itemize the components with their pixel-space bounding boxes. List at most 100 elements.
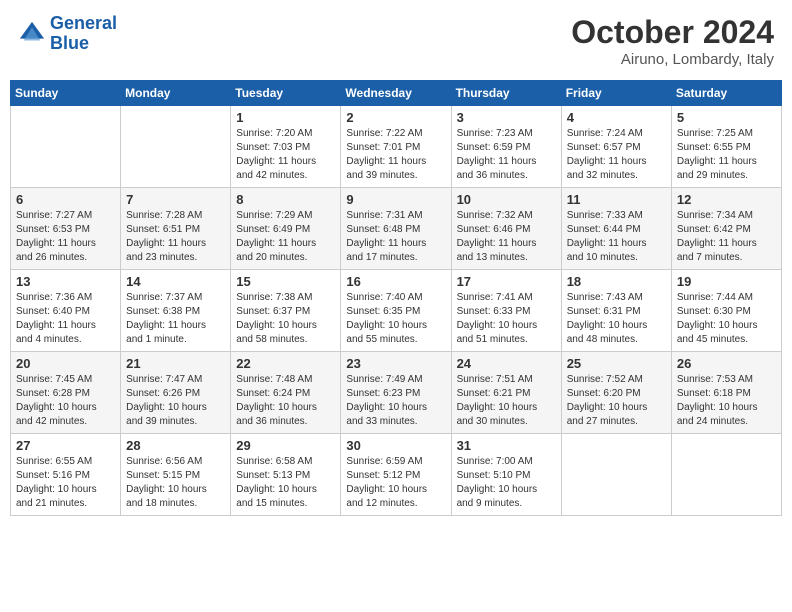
calendar-cell: 9Sunrise: 7:31 AM Sunset: 6:48 PM Daylig… [341,188,451,270]
calendar-cell [121,106,231,188]
calendar-cell [671,434,781,516]
day-info: Sunrise: 7:44 AM Sunset: 6:30 PM Dayligh… [677,291,776,347]
calendar-cell: 22 Sunrise: 7:48 AM Sunset: 6:24 PM Dayli… [231,352,341,434]
day-info: Sunrise: 7:25 AM Sunset: 6:55 PM Dayligh… [677,127,776,183]
location: Airuno, Lombardy, Italy [571,51,774,68]
day-number: 1 [236,110,335,125]
day-number: 17 [457,274,556,289]
day-info: Sunrise: 6:59 AM Sunset: 5:12 PM Dayligh… [346,455,445,511]
calendar-cell: 25 Sunrise: 7:52 AM Sunset: 6:20 PM Dayli… [561,352,671,434]
weekday-header-sunday: Sunday [11,81,121,106]
title-block: October 2024 Airuno, Lombardy, Italy [571,14,774,68]
day-info: Sunrise: 7:38 AM Sunset: 6:37 PM Dayligh… [236,291,335,347]
day-info: Sunrise: 7:48 AM Sunset: 6:24 PM Dayligh… [236,373,335,429]
calendar-cell: 3Sunrise: 7:23 AM Sunset: 6:59 PM Daylig… [451,106,561,188]
weekday-header-monday: Monday [121,81,231,106]
calendar-cell: 29 Sunrise: 6:58 AM Sunset: 5:13 PM Dayli… [231,434,341,516]
week-row-1: 1 Sunrise: 7:20 AM Sunset: 7:03 PM Daylig… [11,106,782,188]
day-info: Sunrise: 7:49 AM Sunset: 6:23 PM Dayligh… [346,373,445,429]
calendar-cell: 11 Sunrise: 7:33 AM Sunset: 6:44 PM Dayli… [561,188,671,270]
calendar-cell: 18 Sunrise: 7:43 AM Sunset: 6:31 PM Dayli… [561,270,671,352]
day-number: 31 [457,438,556,453]
day-number: 16 [346,274,445,289]
calendar-cell [561,434,671,516]
logo-text: General Blue [50,14,117,54]
day-info: Sunrise: 7:37 AM Sunset: 6:38 PM Dayligh… [126,291,225,347]
calendar-cell: 31 Sunrise: 7:00 AM Sunset: 5:10 PM Dayli… [451,434,561,516]
calendar-cell: 17 Sunrise: 7:41 AM Sunset: 6:33 PM Dayli… [451,270,561,352]
calendar-cell: 16Sunrise: 7:40 AM Sunset: 6:35 PM Dayli… [341,270,451,352]
day-info: Sunrise: 7:27 AM Sunset: 6:53 PM Dayligh… [16,209,115,265]
day-info: Sunrise: 7:47 AM Sunset: 6:26 PM Dayligh… [126,373,225,429]
weekday-header-thursday: Thursday [451,81,561,106]
calendar-cell: 14Sunrise: 7:37 AM Sunset: 6:38 PM Dayli… [121,270,231,352]
calendar-cell: 15 Sunrise: 7:38 AM Sunset: 6:37 PM Dayli… [231,270,341,352]
calendar-cell: 13 Sunrise: 7:36 AM Sunset: 6:40 PM Dayli… [11,270,121,352]
day-info: Sunrise: 6:58 AM Sunset: 5:13 PM Dayligh… [236,455,335,511]
calendar-cell: 5 Sunrise: 7:25 AM Sunset: 6:55 PM Daylig… [671,106,781,188]
calendar-table: SundayMondayTuesdayWednesdayThursdayFrid… [10,80,782,516]
day-number: 23 [346,356,445,371]
day-info: Sunrise: 7:43 AM Sunset: 6:31 PM Dayligh… [567,291,666,347]
day-number: 26 [677,356,776,371]
day-number: 29 [236,438,335,453]
day-number: 24 [457,356,556,371]
calendar-cell: 19 Sunrise: 7:44 AM Sunset: 6:30 PM Dayli… [671,270,781,352]
day-info: Sunrise: 7:24 AM Sunset: 6:57 PM Dayligh… [567,127,666,183]
day-info: Sunrise: 7:31 AM Sunset: 6:48 PM Dayligh… [346,209,445,265]
calendar-cell: 21 Sunrise: 7:47 AM Sunset: 6:26 PM Dayli… [121,352,231,434]
day-info: Sunrise: 7:20 AM Sunset: 7:03 PM Dayligh… [236,127,335,183]
logo-line1: General [50,13,117,33]
day-number: 15 [236,274,335,289]
day-number: 5 [677,110,776,125]
day-info: Sunrise: 6:56 AM Sunset: 5:15 PM Dayligh… [126,455,225,511]
day-number: 8 [236,192,335,207]
day-number: 21 [126,356,225,371]
calendar-cell: 26Sunrise: 7:53 AM Sunset: 6:18 PM Dayli… [671,352,781,434]
day-info: Sunrise: 7:34 AM Sunset: 6:42 PM Dayligh… [677,209,776,265]
day-info: Sunrise: 7:22 AM Sunset: 7:01 PM Dayligh… [346,127,445,183]
day-info: Sunrise: 7:32 AM Sunset: 6:46 PM Dayligh… [457,209,556,265]
day-number: 12 [677,192,776,207]
logo: General Blue [18,14,117,54]
calendar-cell: 28Sunrise: 6:56 AM Sunset: 5:15 PM Dayli… [121,434,231,516]
calendar-cell: 20 Sunrise: 7:45 AM Sunset: 6:28 PM Dayli… [11,352,121,434]
day-info: Sunrise: 7:00 AM Sunset: 5:10 PM Dayligh… [457,455,556,511]
calendar-cell: 30 Sunrise: 6:59 AM Sunset: 5:12 PM Dayli… [341,434,451,516]
day-info: Sunrise: 7:52 AM Sunset: 6:20 PM Dayligh… [567,373,666,429]
weekday-header-wednesday: Wednesday [341,81,451,106]
day-number: 20 [16,356,115,371]
calendar-cell [11,106,121,188]
day-info: Sunrise: 7:33 AM Sunset: 6:44 PM Dayligh… [567,209,666,265]
week-row-5: 27 Sunrise: 6:55 AM Sunset: 5:16 PM Dayli… [11,434,782,516]
day-number: 11 [567,192,666,207]
day-number: 19 [677,274,776,289]
calendar-cell: 6 Sunrise: 7:27 AM Sunset: 6:53 PM Daylig… [11,188,121,270]
day-info: Sunrise: 7:36 AM Sunset: 6:40 PM Dayligh… [16,291,115,347]
day-number: 27 [16,438,115,453]
day-number: 7 [126,192,225,207]
day-number: 25 [567,356,666,371]
weekday-header-friday: Friday [561,81,671,106]
calendar-cell: 10 Sunrise: 7:32 AM Sunset: 6:46 PM Dayli… [451,188,561,270]
calendar-cell: 8Sunrise: 7:29 AM Sunset: 6:49 PM Daylig… [231,188,341,270]
weekday-header-tuesday: Tuesday [231,81,341,106]
day-info: Sunrise: 7:45 AM Sunset: 6:28 PM Dayligh… [16,373,115,429]
day-number: 18 [567,274,666,289]
day-number: 10 [457,192,556,207]
calendar-cell: 12 Sunrise: 7:34 AM Sunset: 6:42 PM Dayli… [671,188,781,270]
day-info: Sunrise: 6:55 AM Sunset: 5:16 PM Dayligh… [16,455,115,511]
calendar-cell: 7Sunrise: 7:28 AM Sunset: 6:51 PM Daylig… [121,188,231,270]
weekday-header-row: SundayMondayTuesdayWednesdayThursdayFrid… [11,81,782,106]
calendar-cell: 4Sunrise: 7:24 AM Sunset: 6:57 PM Daylig… [561,106,671,188]
day-number: 13 [16,274,115,289]
calendar-cell: 1 Sunrise: 7:20 AM Sunset: 7:03 PM Daylig… [231,106,341,188]
day-info: Sunrise: 7:41 AM Sunset: 6:33 PM Dayligh… [457,291,556,347]
logo-line2: Blue [50,33,89,53]
day-number: 30 [346,438,445,453]
day-number: 6 [16,192,115,207]
day-number: 22 [236,356,335,371]
logo-icon [18,20,46,48]
day-number: 3 [457,110,556,125]
calendar-cell: 2Sunrise: 7:22 AM Sunset: 7:01 PM Daylig… [341,106,451,188]
